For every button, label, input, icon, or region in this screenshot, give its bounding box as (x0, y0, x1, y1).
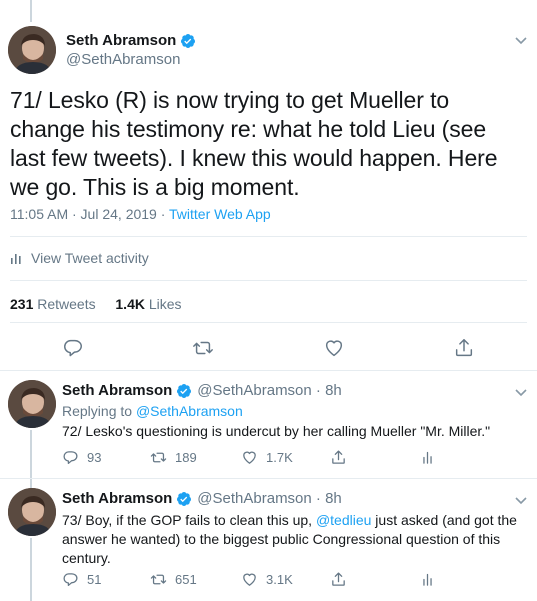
replying-to: Replying to @SethAbramson (62, 403, 243, 419)
divider (10, 322, 527, 323)
like-button[interactable]: 1.7K (241, 449, 293, 466)
handle[interactable]: @SethAbramson (66, 51, 180, 68)
tweet-text: 71/ Lesko (R) is now trying to get Muell… (10, 87, 498, 200)
avatar-photo (8, 488, 56, 536)
analytics-button[interactable] (419, 449, 444, 466)
retweet-button[interactable]: 189 (150, 449, 197, 466)
engagement-stats: 231 Retweets 1.4K Likes (10, 296, 182, 312)
source-link[interactable]: Twitter Web App (169, 206, 271, 222)
reply-text: 72/ Lesko's questioning is undercut by h… (62, 423, 491, 439)
share-button[interactable] (330, 571, 355, 588)
bar-chart-icon (423, 573, 432, 586)
retweets-label: Retweets (33, 296, 96, 312)
author-name-row: Seth Abramson (66, 32, 196, 49)
like-count: 3.1K (266, 572, 293, 587)
avatar-photo (8, 26, 56, 74)
reply-button[interactable]: 93 (62, 449, 101, 466)
timestamp[interactable]: 11:05 AM · Jul 24, 2019 · (10, 206, 169, 222)
reply-button[interactable]: 51 (62, 571, 101, 588)
share-icon (332, 450, 345, 464)
divider (10, 280, 527, 281)
handle-time[interactable]: @SethAbramson · 8h (197, 490, 341, 507)
bar-chart-icon (11, 254, 21, 264)
replying-prefix: Replying to (62, 403, 136, 419)
like-icon[interactable] (323, 337, 345, 359)
divider (10, 236, 527, 237)
avatar-photo (8, 380, 56, 428)
verified-icon (181, 33, 196, 48)
reply-count: 93 (87, 450, 102, 465)
thread-line-bottom (30, 538, 32, 601)
like-icon (243, 573, 256, 586)
retweets-count: 231 (10, 296, 34, 312)
display-name[interactable]: Seth Abramson (62, 490, 172, 507)
likes-count: 1.4K (115, 296, 145, 312)
reply-icon (63, 573, 78, 587)
replying-handle-link[interactable]: @SethAbramson (136, 403, 243, 419)
reply-text-before: 73/ Boy, if the GOP fails to clean this … (62, 512, 316, 528)
share-icon (332, 572, 345, 586)
avatar[interactable] (8, 488, 56, 536)
display-name[interactable]: Seth Abramson (62, 382, 172, 399)
avatar[interactable] (8, 26, 56, 74)
bar-chart-icon (423, 451, 432, 464)
avatar[interactable] (8, 380, 56, 428)
tweet-meta: 11:05 AM · Jul 24, 2019 · Twitter Web Ap… (10, 206, 271, 222)
divider (0, 370, 537, 371)
verified-icon (177, 383, 192, 398)
like-count: 1.7K (266, 450, 293, 465)
share-icon[interactable] (453, 337, 475, 359)
retweet-icon[interactable] (192, 337, 214, 359)
chevron-down-icon[interactable] (513, 492, 529, 508)
handle-time[interactable]: @SethAbramson · 8h (197, 382, 341, 399)
chevron-down-icon[interactable] (513, 384, 529, 400)
reply-text: 73/ Boy, if the GOP fails to clean this … (62, 511, 530, 568)
verified-icon (177, 491, 192, 506)
like-icon (243, 451, 256, 464)
share-button[interactable] (330, 449, 355, 466)
reply-icon[interactable] (62, 337, 84, 359)
activity-label: View Tweet activity (31, 250, 149, 266)
likes-stat[interactable]: 1.4K Likes (115, 296, 181, 312)
divider (0, 478, 537, 479)
retweets-stat[interactable]: 231 Retweets (10, 296, 96, 312)
tweet-activity-link[interactable]: View Tweet activity (10, 250, 149, 266)
retweet-count: 189 (175, 450, 197, 465)
display-name[interactable]: Seth Abramson (66, 32, 176, 49)
retweet-count: 651 (175, 572, 197, 587)
like-button[interactable]: 3.1K (241, 571, 293, 588)
retweet-icon (150, 452, 167, 463)
thread-line-reply (30, 430, 32, 488)
retweet-icon (150, 574, 167, 585)
retweet-button[interactable]: 651 (150, 571, 197, 588)
analytics-button[interactable] (419, 571, 444, 588)
thread-line-top (30, 0, 32, 22)
mention-link[interactable]: @tedlieu (316, 512, 371, 528)
reply-icon (63, 451, 78, 465)
reply-author-row: Seth Abramson @SethAbramson · 8h (62, 382, 342, 399)
likes-label: Likes (144, 296, 182, 312)
reply-author-row: Seth Abramson @SethAbramson · 8h (62, 490, 342, 507)
reply-count: 51 (87, 572, 102, 587)
chevron-down-icon[interactable] (513, 32, 529, 48)
